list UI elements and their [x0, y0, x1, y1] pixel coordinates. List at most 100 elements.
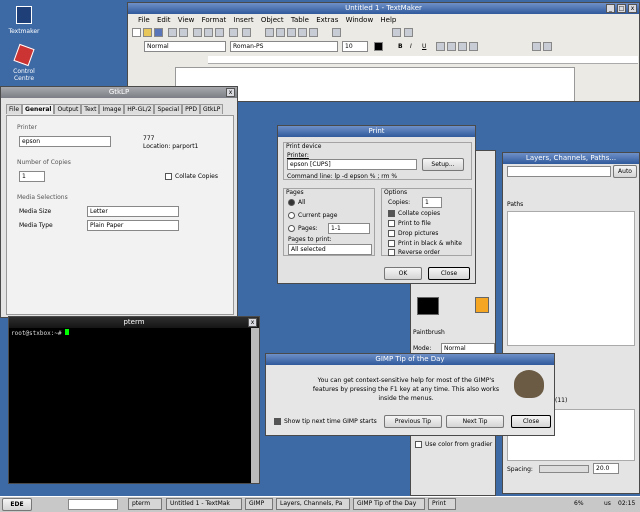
menu-edit[interactable]: Edit [157, 16, 171, 24]
undo-icon[interactable] [229, 28, 238, 37]
pages-radio[interactable] [288, 225, 295, 232]
quick-launch-select[interactable] [68, 499, 118, 510]
preview-icon[interactable] [179, 28, 188, 37]
minimize-button[interactable]: _ [606, 4, 615, 13]
setup-button[interactable]: Setup... [422, 158, 464, 171]
align-left-icon[interactable] [436, 42, 445, 51]
tab-special[interactable]: Special [154, 104, 183, 114]
collate-checkbox[interactable] [388, 210, 395, 217]
print-to-file-checkbox[interactable] [388, 220, 395, 227]
layers-titlebar[interactable]: Layers, Channels, Paths... [503, 153, 639, 164]
chart-icon[interactable] [298, 28, 307, 37]
ok-button[interactable]: OK [384, 267, 422, 280]
tab-hpgl2[interactable]: HP-GL/2 [124, 104, 155, 114]
previous-tip-button[interactable]: Previous Tip [384, 415, 442, 428]
tab-file[interactable]: File [6, 104, 23, 114]
task-print[interactable]: Print [428, 498, 456, 510]
paragraph-style-select[interactable]: Normal [144, 41, 226, 52]
zoom-icon[interactable] [332, 28, 341, 37]
desktop-icon-textmaker[interactable]: Textmaker [4, 4, 44, 40]
pattern-swatch[interactable] [475, 297, 489, 313]
textmaker-titlebar[interactable]: Untitled 1 - TextMaker _ □ x [128, 3, 639, 14]
menu-help[interactable]: Help [380, 16, 396, 24]
menu-extras[interactable]: Extras [316, 16, 338, 24]
task-tip[interactable]: GIMP Tip of the Day [353, 498, 425, 510]
menu-file[interactable]: File [138, 16, 150, 24]
menu-window[interactable]: Window [346, 16, 374, 24]
fg-color-swatch[interactable] [417, 297, 439, 315]
gradient-checkbox[interactable] [415, 441, 422, 448]
spacing-value[interactable]: 20.0 [593, 463, 619, 474]
spacing-slider[interactable] [539, 465, 589, 473]
pilcrow-icon[interactable] [392, 28, 401, 37]
redo-icon[interactable] [242, 28, 251, 37]
terminal-scrollbar[interactable] [251, 328, 259, 483]
pterm-titlebar[interactable]: pterm x [9, 317, 259, 328]
menu-format[interactable]: Format [202, 16, 227, 24]
new-file-icon[interactable] [132, 28, 141, 37]
terminal-output[interactable]: root@stxbox:~# [11, 329, 249, 481]
tab-ppd[interactable]: PPD [182, 104, 200, 114]
tip-titlebar[interactable]: GIMP Tip of the Day [266, 354, 554, 365]
close-button[interactable]: x [628, 4, 637, 13]
media-size-select[interactable]: Letter [87, 206, 179, 217]
current-page-radio[interactable] [288, 212, 295, 219]
start-button[interactable]: EDE [2, 498, 32, 511]
italic-button[interactable]: I [410, 43, 412, 50]
close-button[interactable]: x [248, 318, 257, 327]
next-tip-button[interactable]: Next Tip [446, 415, 504, 428]
tab-general[interactable]: General [22, 104, 55, 114]
paths-list[interactable] [507, 211, 635, 346]
drop-pictures-checkbox[interactable] [388, 230, 395, 237]
tab-output[interactable]: Output [54, 104, 82, 114]
task-pterm[interactable]: pterm [128, 498, 162, 510]
font-select[interactable]: Roman-PS [230, 41, 338, 52]
cut-icon[interactable] [193, 28, 202, 37]
bold-button[interactable]: B [398, 43, 403, 50]
menu-view[interactable]: View [178, 16, 195, 24]
font-size-select[interactable]: 10 [342, 41, 368, 52]
numbered-list-icon[interactable] [543, 42, 552, 51]
black-white-checkbox[interactable] [388, 240, 395, 247]
media-type-select[interactable]: Plain Paper [87, 220, 179, 231]
keyboard-lang[interactable]: us [604, 498, 611, 510]
open-file-icon[interactable] [143, 28, 152, 37]
draw-icon[interactable] [309, 28, 318, 37]
all-radio[interactable] [288, 199, 295, 206]
task-gimp[interactable]: GIMP [245, 498, 273, 510]
task-layers[interactable]: Layers, Channels, Pa [276, 498, 350, 510]
tab-image[interactable]: Image [99, 104, 125, 114]
paste-icon[interactable] [215, 28, 224, 37]
copies-spinner[interactable]: 1 [422, 197, 442, 208]
underline-button[interactable]: U [422, 43, 426, 50]
auto-button[interactable]: Auto [613, 165, 637, 178]
align-right-icon[interactable] [458, 42, 467, 51]
image-icon[interactable] [287, 28, 296, 37]
close-button[interactable]: x [226, 88, 235, 97]
frame-icon[interactable] [276, 28, 285, 37]
menu-table[interactable]: Table [291, 16, 309, 24]
formula-icon[interactable] [404, 28, 413, 37]
show-tip-checkbox[interactable] [274, 418, 281, 425]
save-icon[interactable] [154, 28, 163, 37]
list-icon[interactable] [532, 42, 541, 51]
printer-select[interactable]: epson [CUPS] [287, 159, 417, 170]
maximize-button[interactable]: □ [617, 4, 626, 13]
copy-icon[interactable] [204, 28, 213, 37]
reverse-order-checkbox[interactable] [388, 249, 395, 256]
image-select[interactable] [507, 166, 611, 177]
tab-gtklp[interactable]: GtkLP [199, 104, 224, 114]
print-icon[interactable] [168, 28, 177, 37]
table-icon[interactable] [265, 28, 274, 37]
desktop-icon-control-centre[interactable]: Control Centre [4, 43, 44, 86]
menu-insert[interactable]: Insert [234, 16, 254, 24]
task-textmaker[interactable]: Untitled 1 - TextMak [166, 498, 242, 510]
print-titlebar[interactable]: Print [278, 126, 475, 137]
gtklp-titlebar[interactable]: GtkLP x [1, 87, 237, 98]
tab-text[interactable]: Text [81, 104, 100, 114]
copies-spinner[interactable]: 1 [19, 171, 45, 182]
justify-icon[interactable] [469, 42, 478, 51]
pages-input[interactable]: 1-1 [328, 223, 370, 234]
menu-object[interactable]: Object [261, 16, 284, 24]
tip-close-button[interactable]: Close [511, 415, 551, 428]
